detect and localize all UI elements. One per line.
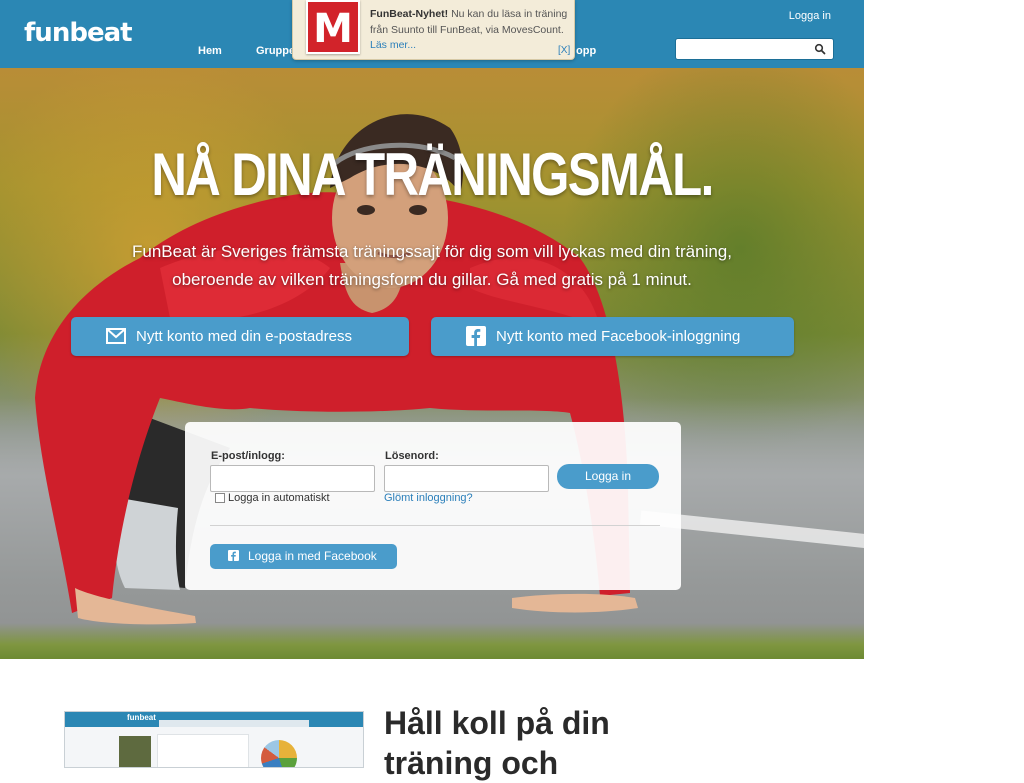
preview-column: [157, 734, 249, 767]
notification-close-button[interactable]: [X]: [558, 45, 570, 56]
notification-read-more-link[interactable]: Läs mer...: [370, 39, 416, 51]
notification-title: FunBeat-Nyhet!: [370, 8, 449, 20]
news-notification: M FunBeat-Nyhet! Nu kan du läsa in träni…: [292, 0, 575, 60]
preview-logo: funbeat: [127, 713, 156, 722]
search-input[interactable]: [680, 40, 815, 58]
notification-text: FunBeat-Nyhet! Nu kan du läsa in träning…: [370, 6, 570, 38]
header-login-link[interactable]: Logga in: [789, 10, 831, 22]
facebook-login-label: Logga in med Facebook: [248, 549, 377, 563]
envelope-icon: [106, 328, 126, 344]
email-field-wrap: [210, 465, 375, 492]
facebook-login-button[interactable]: Logga in med Facebook: [210, 544, 397, 569]
funbeat-logo[interactable]: funbeat: [24, 18, 133, 48]
hero-title: NÅ DINA TRÄNINGSMÅL.: [151, 141, 714, 208]
hero-subtitle: FunBeat är Sveriges främsta träningssajt…: [132, 242, 732, 289]
forgot-login-link[interactable]: Glömt inloggning?: [384, 492, 473, 504]
signup-email-label: Nytt konto med din e-postadress: [136, 328, 352, 345]
login-divider: [210, 525, 660, 526]
preview-tabs: [159, 720, 309, 727]
facebook-icon: [228, 550, 239, 561]
password-field-wrap: [384, 465, 549, 492]
preview-pie-chart: [261, 740, 297, 767]
hero-section: NÅ DINA TRÄNINGSMÅL. FunBeat är Sveriges…: [0, 68, 864, 659]
email-field[interactable]: [211, 466, 374, 491]
login-submit-button[interactable]: Logga in: [557, 464, 659, 489]
search-icon[interactable]: [814, 43, 826, 55]
movescount-logo: M: [306, 0, 360, 54]
signup-facebook-button[interactable]: Nytt konto med Facebook-inloggning: [431, 317, 794, 356]
preview-photo: [119, 736, 151, 767]
feature-title: Håll koll på din träning och: [384, 705, 610, 781]
email-label: E-post/inlogg:: [211, 450, 285, 462]
password-label: Lösenord:: [385, 450, 439, 462]
signup-email-button[interactable]: Nytt konto med din e-postadress: [71, 317, 409, 356]
nav-item-hem[interactable]: Hem: [198, 45, 222, 57]
password-field[interactable]: [385, 466, 548, 491]
login-panel: E-post/inlogg: Lösenord: Logga in Logga …: [185, 422, 681, 590]
site-preview-image: funbeat: [64, 711, 364, 768]
facebook-icon: [466, 326, 486, 346]
remember-me-label: Logga in automatiskt: [228, 492, 330, 504]
remember-me-checkbox[interactable]: [215, 493, 225, 503]
nav-item-partial[interactable]: opp: [576, 45, 596, 57]
search-box: [675, 38, 834, 60]
signup-facebook-label: Nytt konto med Facebook-inloggning: [496, 328, 741, 345]
